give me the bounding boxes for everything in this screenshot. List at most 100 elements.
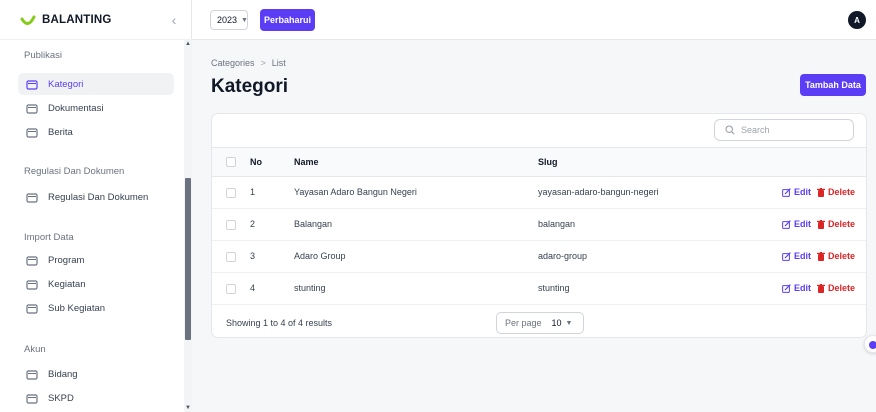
trash-icon bbox=[817, 219, 825, 229]
floating-widget-button[interactable] bbox=[864, 335, 876, 353]
brand-name: BALANTING bbox=[42, 13, 112, 26]
avatar[interactable]: A bbox=[848, 11, 866, 29]
breadcrumb-parent[interactable]: Categories bbox=[211, 58, 255, 68]
column-header-name[interactable]: Name bbox=[294, 157, 319, 167]
select-all-checkbox[interactable] bbox=[226, 157, 236, 167]
breadcrumb: Categories > List bbox=[211, 58, 286, 68]
sidebar-item-label: Kegiatan bbox=[48, 278, 86, 290]
row-name: stunting bbox=[294, 283, 326, 293]
add-data-button[interactable]: Tambah Data bbox=[800, 74, 866, 96]
collapse-sidebar-chevron-icon[interactable]: ‹ bbox=[166, 11, 182, 29]
scroll-up-arrow-icon[interactable]: ▲ bbox=[184, 40, 192, 48]
search-input[interactable]: Search bbox=[714, 119, 854, 141]
row-slug: adaro-group bbox=[538, 251, 588, 261]
trash-icon bbox=[817, 283, 825, 293]
sidebar-item-label: Bidang bbox=[48, 368, 78, 380]
nav-group-label: Akun bbox=[24, 344, 46, 355]
trash-icon bbox=[817, 251, 825, 261]
chevron-down-icon: ▼ bbox=[241, 16, 248, 24]
delete-label: Delete bbox=[828, 251, 856, 261]
per-page-value: 10 bbox=[551, 318, 562, 328]
table-row: 2 Balangan balangan Edit Delete bbox=[212, 209, 866, 241]
per-page-label: Per page bbox=[505, 318, 542, 328]
sidebar-item-berita[interactable]: Berita bbox=[18, 121, 174, 143]
sidebar-item-label: Berita bbox=[48, 126, 73, 138]
sidebar-item-dokumentasi[interactable]: Dokumentasi bbox=[18, 97, 174, 119]
column-header-slug[interactable]: Slug bbox=[538, 157, 558, 167]
search-icon bbox=[725, 125, 735, 135]
row-no: 2 bbox=[250, 219, 256, 229]
collection-icon bbox=[26, 393, 38, 404]
sidebar-item-label: SKPD bbox=[48, 392, 74, 404]
row-slug: balangan bbox=[538, 219, 576, 229]
collection-icon bbox=[26, 303, 38, 314]
row-name: Yayasan Adaro Bangun Negeri bbox=[294, 187, 417, 197]
scroll-down-arrow-icon[interactable]: ▼ bbox=[184, 404, 192, 412]
sidebar-item-kategori[interactable]: Kategori bbox=[18, 73, 174, 95]
breadcrumb-separator: > bbox=[260, 58, 266, 68]
sidebar-item-label: Program bbox=[48, 254, 85, 266]
collection-icon bbox=[26, 255, 38, 266]
row-checkbox[interactable] bbox=[226, 252, 236, 262]
brand[interactable]: BALANTING bbox=[0, 0, 192, 40]
edit-button[interactable]: Edit bbox=[782, 187, 811, 197]
row-no: 4 bbox=[250, 283, 256, 293]
row-checkbox[interactable] bbox=[226, 188, 236, 198]
sidebar-nav: Publikasi Kategori Dokumentasi Berita Re… bbox=[0, 42, 184, 412]
row-checkbox[interactable] bbox=[226, 220, 236, 230]
pagination-summary: Showing 1 to 4 of 4 results bbox=[226, 318, 333, 328]
edit-label: Edit bbox=[794, 283, 811, 293]
nav-group-label: Publikasi bbox=[24, 50, 63, 61]
delete-label: Delete bbox=[828, 187, 856, 197]
table-row: 1 Yayasan Adaro Bangun Negeri yayasan-ad… bbox=[212, 177, 866, 209]
sidebar-scrollbar-thumb[interactable] bbox=[185, 178, 191, 340]
collection-icon bbox=[26, 103, 38, 114]
search-placeholder: Search bbox=[741, 125, 770, 135]
refresh-button[interactable]: Perbaharui bbox=[260, 9, 315, 31]
year-select[interactable]: 2023 ▼ bbox=[210, 10, 248, 30]
sidebar-item-bidang[interactable]: Bidang bbox=[18, 363, 174, 385]
per-page-select[interactable]: Per page 10 ▼ bbox=[496, 312, 584, 334]
chevron-down-icon: ▼ bbox=[565, 319, 573, 327]
table-card: Search No Name Slug 1 Yayasan Adaro Bang… bbox=[211, 113, 867, 338]
sidebar-item-kegiatan[interactable]: Kegiatan bbox=[18, 273, 174, 295]
sidebar-item-label: Dokumentasi bbox=[48, 102, 104, 114]
row-name: Balangan bbox=[294, 219, 333, 229]
collection-icon bbox=[26, 192, 38, 203]
table-row: 4 stunting stunting Edit Delete bbox=[212, 273, 866, 305]
edit-label: Edit bbox=[794, 219, 811, 229]
topbar: 2023 ▼ Perbaharui A bbox=[192, 0, 876, 40]
sidebar-item-label: Regulasi Dan Dokumen bbox=[48, 191, 149, 203]
edit-icon bbox=[782, 219, 791, 229]
edit-button[interactable]: Edit bbox=[782, 251, 811, 261]
delete-label: Delete bbox=[828, 219, 856, 229]
sidebar-item-regulasi-dan-dokumen[interactable]: Regulasi Dan Dokumen bbox=[18, 186, 174, 208]
collection-icon bbox=[26, 79, 38, 90]
collection-icon bbox=[26, 127, 38, 138]
row-slug: yayasan-adaro-bangun-negeri bbox=[538, 187, 659, 197]
nav-group-label: Regulasi Dan Dokumen bbox=[24, 166, 125, 177]
row-checkbox[interactable] bbox=[226, 284, 236, 294]
sidebar-item-program[interactable]: Program bbox=[18, 249, 174, 271]
edit-button[interactable]: Edit bbox=[782, 283, 811, 293]
delete-button[interactable]: Delete bbox=[817, 187, 855, 197]
year-select-value: 2023 bbox=[217, 15, 238, 25]
breadcrumb-current: List bbox=[271, 58, 286, 68]
nav-group-label: Import Data bbox=[24, 232, 74, 243]
delete-button[interactable]: Delete bbox=[817, 251, 855, 261]
sidebar: BALANTING ‹ Publikasi Kategori Dokumenta… bbox=[0, 0, 192, 412]
delete-label: Delete bbox=[828, 283, 856, 293]
sidebar-item-label: Kategori bbox=[48, 78, 84, 90]
table-header: No Name Slug bbox=[212, 147, 866, 177]
column-header-no[interactable]: No bbox=[250, 157, 262, 167]
delete-button[interactable]: Delete bbox=[817, 283, 855, 293]
edit-button[interactable]: Edit bbox=[782, 219, 811, 229]
delete-button[interactable]: Delete bbox=[817, 219, 855, 229]
brand-logo-icon bbox=[20, 15, 36, 25]
sidebar-item-skpd[interactable]: SKPD bbox=[18, 387, 174, 409]
sidebar-item-sub-kegiatan[interactable]: Sub Kegiatan bbox=[18, 297, 174, 319]
edit-label: Edit bbox=[794, 187, 811, 197]
edit-icon bbox=[782, 283, 791, 293]
row-slug: stunting bbox=[538, 283, 570, 293]
sidebar-item-label: Sub Kegiatan bbox=[48, 302, 106, 314]
